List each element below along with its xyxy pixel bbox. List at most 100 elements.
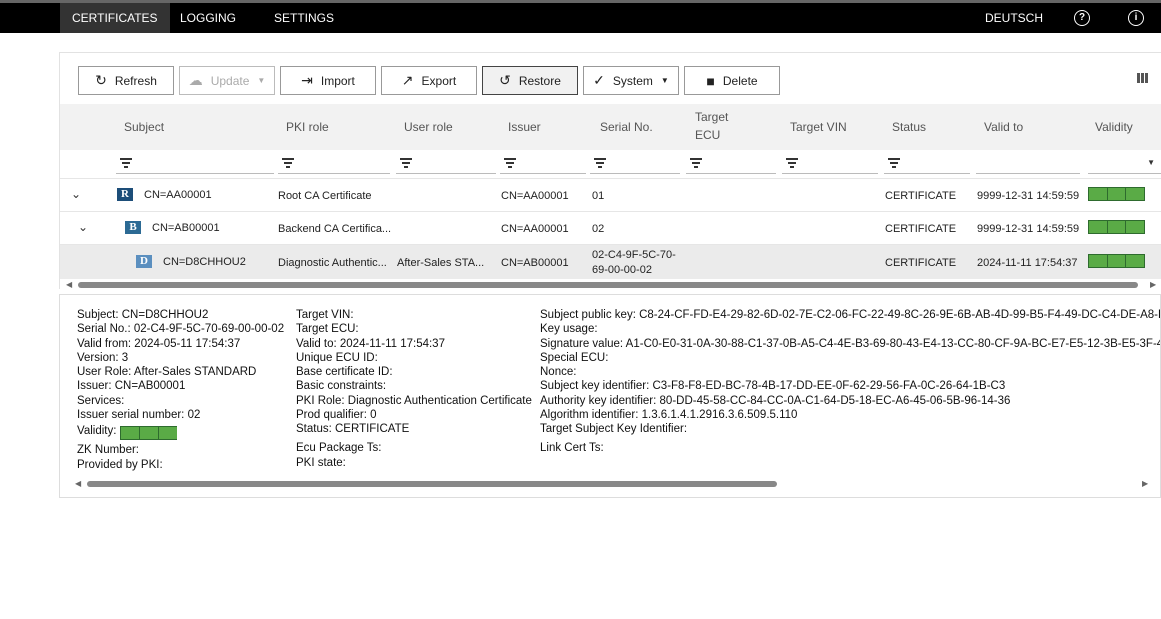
column-selector-icon[interactable] bbox=[1137, 72, 1151, 83]
cell-status: CERTIFICATE bbox=[885, 223, 957, 235]
cell-status: CERTIFICATE bbox=[885, 190, 957, 202]
detail-issuer-serial: Issuer serial number: 02 bbox=[77, 409, 201, 422]
chevron-down-icon[interactable]: ⌄ bbox=[71, 187, 81, 201]
dropdown-caret-icon: ▼ bbox=[660, 76, 669, 85]
cell-status: CERTIFICATE bbox=[885, 257, 957, 269]
table-row[interactable]: ⌄ R CN=AA00001 Root CA Certificate CN=AA… bbox=[60, 178, 1161, 211]
detail-algorithm-id: Algorithm identifier: 1.3.6.1.4.1.2916.3… bbox=[540, 409, 798, 422]
filter-status[interactable] bbox=[884, 155, 970, 174]
refresh-icon: ↻ bbox=[95, 72, 107, 88]
filter-icon bbox=[888, 158, 900, 170]
detail-validity-row: Validity: bbox=[77, 422, 284, 443]
cell-serial: 01 bbox=[592, 190, 605, 202]
filter-target-ecu[interactable] bbox=[686, 155, 776, 174]
validity-bar bbox=[1088, 187, 1145, 201]
detail-authority-key-id: Authority key identifier: 80-DD-45-58-CC… bbox=[540, 394, 1011, 407]
cell-pki-role: Root CA Certificate bbox=[278, 190, 372, 202]
col-header-validity[interactable]: Validity bbox=[1095, 120, 1133, 134]
filter-issuer[interactable] bbox=[500, 155, 586, 174]
col-header-issuer[interactable]: Issuer bbox=[508, 120, 541, 134]
filter-serial[interactable] bbox=[590, 155, 680, 174]
detail-validity-label: Validity: bbox=[77, 425, 117, 438]
detail-valid-from: Valid from: 2024-05-11 17:54:37 bbox=[77, 337, 241, 350]
filter-icon bbox=[282, 158, 294, 170]
filter-subject[interactable] bbox=[116, 155, 274, 174]
cell-subject: CN=AB00001 bbox=[152, 222, 220, 234]
backend-ca-badge-icon: B bbox=[125, 221, 141, 234]
restore-button[interactable]: ↺ Restore bbox=[482, 66, 578, 95]
detail-target-vin: Target VIN: bbox=[296, 309, 354, 321]
filter-user-role[interactable] bbox=[396, 155, 496, 174]
col-header-valid-to[interactable]: Valid to bbox=[984, 120, 1023, 134]
delete-button[interactable]: ■ Delete bbox=[684, 66, 780, 95]
detail-special-ecu: Special ECU: bbox=[540, 351, 609, 364]
cell-subject: CN=D8CHHOU2 bbox=[163, 256, 246, 268]
help-icon[interactable]: ? bbox=[1074, 10, 1090, 26]
scrollbar-thumb[interactable] bbox=[78, 282, 1138, 288]
filter-validity[interactable]: ▼ bbox=[1088, 155, 1161, 174]
validity-bar bbox=[1088, 254, 1145, 268]
cell-serial-line1: 02-C4-9F-5C-70- bbox=[592, 249, 676, 261]
col-header-status[interactable]: Status bbox=[892, 120, 926, 134]
diagnostic-badge-icon: D bbox=[136, 255, 152, 268]
detail-ecu-package-ts: Ecu Package Ts: bbox=[296, 442, 382, 455]
col-header-target-vin[interactable]: Target VIN bbox=[790, 120, 847, 134]
filter-pki-role[interactable] bbox=[278, 155, 390, 174]
col-header-target-ecu-line1[interactable]: Target bbox=[695, 110, 728, 124]
top-nav-bar: CERTIFICATES LOGGING SETTINGS DEUTSCH ? … bbox=[0, 0, 1161, 33]
filter-valid-to[interactable] bbox=[976, 155, 1080, 174]
detail-services: Services: bbox=[77, 394, 125, 407]
detail-unique-ecu-id: Unique ECU ID: bbox=[296, 351, 378, 364]
detail-provided-by-pki: Provided by PKI: bbox=[77, 458, 163, 471]
cell-issuer: CN=AA00001 bbox=[501, 223, 569, 235]
detail-status: Status: CERTIFICATE bbox=[296, 423, 410, 436]
details-column-2: Target VIN: Target ECU: Valid to: 2024-1… bbox=[296, 308, 532, 470]
col-header-serial[interactable]: Serial No. bbox=[600, 120, 653, 134]
scroll-left-icon[interactable]: ◀ bbox=[75, 479, 81, 488]
col-header-user-role[interactable]: User role bbox=[404, 120, 453, 134]
filter-icon bbox=[400, 158, 412, 170]
table-horizontal-scrollbar[interactable]: ◀ ▶ bbox=[60, 280, 1161, 290]
export-button[interactable]: ↗ Export bbox=[381, 66, 477, 95]
update-button[interactable]: ☁ Update ▼ bbox=[179, 66, 275, 95]
scroll-right-icon[interactable]: ▶ bbox=[1150, 280, 1156, 289]
tab-logging[interactable]: LOGGING bbox=[168, 3, 248, 33]
scroll-left-icon[interactable]: ◀ bbox=[66, 280, 72, 289]
detail-serial: Serial No.: 02-C4-9F-5C-70-69-00-00-02 bbox=[77, 323, 285, 336]
cell-issuer: CN=AA00001 bbox=[501, 190, 569, 202]
cell-serial-line2: 69-00-00-02 bbox=[592, 264, 652, 276]
chevron-down-icon[interactable]: ⌄ bbox=[78, 220, 88, 234]
detail-key-usage: Key usage: bbox=[540, 323, 598, 336]
tab-settings[interactable]: SETTINGS bbox=[262, 3, 346, 33]
table-row[interactable]: ⌄ B CN=AB00001 Backend CA Certifica... C… bbox=[60, 211, 1161, 244]
details-horizontal-scrollbar[interactable]: ◀ ▶ bbox=[72, 479, 1152, 489]
detail-version: Version: 3 bbox=[77, 351, 129, 364]
details-column-3: Subject public key: C8-24-CF-FD-E4-29-82… bbox=[540, 308, 1161, 456]
detail-subject-key-id: Subject key identifier: C3-F8-F8-ED-BC-7… bbox=[540, 380, 1006, 393]
detail-subject-public-key: Subject public key: C8-24-CF-FD-E4-29-82… bbox=[540, 309, 1161, 321]
detail-valid-to: Valid to: 2024-11-11 17:54:37 bbox=[296, 337, 445, 350]
system-button[interactable]: ✓ System ▼ bbox=[583, 66, 679, 95]
import-icon: ⇥ bbox=[301, 72, 313, 88]
scrollbar-thumb[interactable] bbox=[87, 481, 777, 487]
col-header-pki-role[interactable]: PKI role bbox=[286, 120, 329, 134]
cell-pki-role: Diagnostic Authentic... bbox=[278, 257, 387, 269]
col-header-subject[interactable]: Subject bbox=[124, 120, 164, 134]
detail-link-cert-ts: Link Cert Ts: bbox=[540, 442, 604, 455]
cell-subject: CN=AA00001 bbox=[144, 189, 212, 201]
filter-icon bbox=[504, 158, 516, 170]
col-header-target-ecu-line2[interactable]: ECU bbox=[695, 128, 720, 142]
filter-icon bbox=[120, 158, 132, 170]
refresh-button[interactable]: ↻ Refresh bbox=[78, 66, 174, 95]
scroll-right-icon[interactable]: ▶ bbox=[1142, 479, 1148, 488]
table-row-selected[interactable]: D CN=D8CHHOU2 Diagnostic Authentic... Af… bbox=[60, 244, 1161, 279]
detail-target-subject-key-id: Target Subject Key Identifier: bbox=[540, 423, 688, 436]
validity-bar bbox=[1088, 220, 1145, 234]
info-icon[interactable]: i bbox=[1128, 10, 1144, 26]
language-switch[interactable]: DEUTSCH bbox=[985, 3, 1043, 33]
filter-target-vin[interactable] bbox=[782, 155, 878, 174]
tab-certificates[interactable]: CERTIFICATES bbox=[60, 3, 170, 33]
detail-signature-value: Signature value: A1-C0-E0-31-0A-30-88-C1… bbox=[540, 337, 1161, 350]
cloud-download-icon: ☁ bbox=[188, 72, 203, 88]
import-button[interactable]: ⇥ Import bbox=[280, 66, 376, 95]
